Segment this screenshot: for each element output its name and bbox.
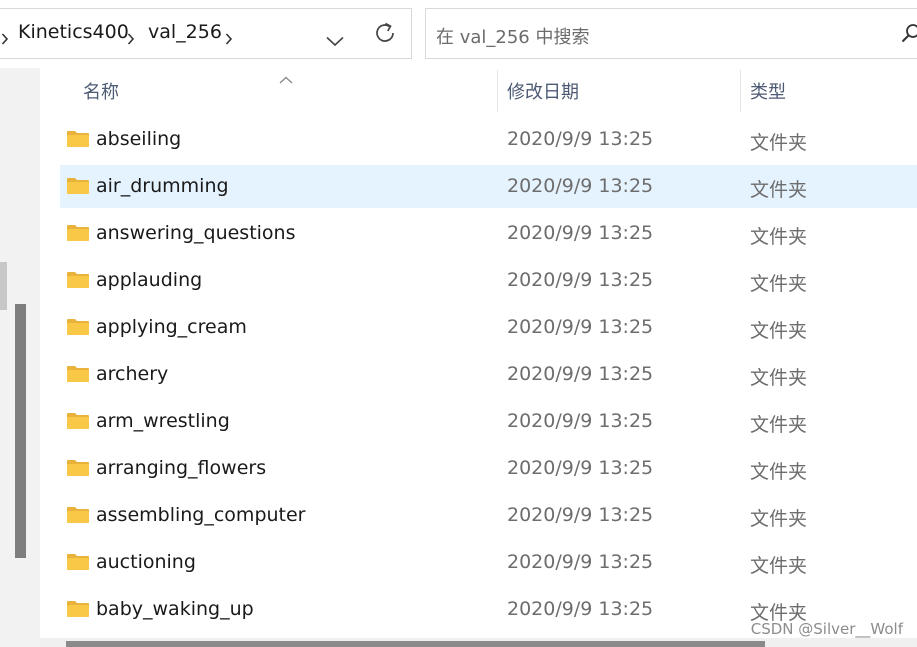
column-header-name[interactable]: 名称 (83, 78, 119, 104)
file-modified: 2020/9/9 13:25 (507, 175, 654, 197)
column-divider[interactable] (740, 70, 741, 112)
file-name[interactable]: auctioning (96, 551, 196, 573)
file-name[interactable]: applauding (96, 269, 202, 291)
folder-icon (66, 459, 90, 481)
file-modified: 2020/9/9 13:25 (507, 363, 654, 385)
refresh-icon[interactable] (373, 21, 397, 49)
file-name[interactable]: abseiling (96, 128, 181, 150)
folder-icon (66, 553, 90, 575)
folder-icon (66, 365, 90, 387)
file-type: 文件夹 (750, 179, 808, 201)
file-row[interactable]: auctioning 2020/9/9 13:25 文件夹 (60, 541, 917, 584)
folder-icon (66, 271, 90, 293)
column-divider[interactable] (497, 70, 498, 112)
file-modified: 2020/9/9 13:25 (507, 457, 654, 479)
file-name[interactable]: arranging_flowers (96, 457, 266, 479)
chevron-right-icon[interactable] (225, 33, 233, 45)
folder-icon (66, 130, 90, 152)
file-row[interactable]: assembling_computer 2020/9/9 13:25 文件夹 (60, 494, 917, 537)
file-name[interactable]: baby_waking_up (96, 598, 254, 620)
horizontal-scrollbar-thumb[interactable] (66, 641, 765, 647)
file-row[interactable]: arranging_flowers 2020/9/9 13:25 文件夹 (60, 447, 917, 490)
folder-icon (66, 412, 90, 434)
search-icon[interactable] (901, 23, 917, 47)
file-row[interactable]: air_drumming 2020/9/9 13:25 文件夹 (60, 165, 917, 208)
file-row[interactable]: answering_questions 2020/9/9 13:25 文件夹 (60, 212, 917, 255)
folder-icon (66, 318, 90, 340)
file-type: 文件夹 (750, 555, 808, 577)
file-modified: 2020/9/9 13:25 (507, 598, 654, 620)
file-modified: 2020/9/9 13:25 (507, 269, 654, 291)
navigation-scrollbar-thumb[interactable] (15, 304, 26, 558)
file-name[interactable]: answering_questions (96, 222, 296, 244)
navigation-scrollbar-track[interactable] (0, 262, 7, 310)
watermark: CSDN @Silver__Wolf (750, 620, 903, 638)
file-type: 文件夹 (750, 367, 808, 389)
breadcrumb-val-256[interactable]: val_256 (148, 21, 222, 43)
file-row[interactable]: applying_cream 2020/9/9 13:25 文件夹 (60, 306, 917, 349)
chevron-right-icon[interactable] (1, 33, 9, 45)
file-modified: 2020/9/9 13:25 (507, 410, 654, 432)
address-bar[interactable]: Kinetics400 val_256 (0, 8, 412, 59)
folder-icon (66, 506, 90, 528)
file-row[interactable]: abseiling 2020/9/9 13:25 文件夹 (60, 118, 917, 161)
column-header-type[interactable]: 类型 (750, 78, 786, 104)
file-modified: 2020/9/9 13:25 (507, 222, 654, 244)
file-type: 文件夹 (750, 461, 808, 483)
search-box[interactable]: 在 val_256 中搜索 (425, 8, 917, 59)
file-name[interactable]: applying_cream (96, 316, 247, 338)
file-row[interactable]: applauding 2020/9/9 13:25 文件夹 (60, 259, 917, 302)
sort-ascending-icon (279, 69, 293, 88)
file-row[interactable]: archery 2020/9/9 13:25 文件夹 (60, 353, 917, 396)
file-type: 文件夹 (750, 132, 808, 154)
breadcrumb-kinetics400[interactable]: Kinetics400 (18, 21, 129, 43)
column-header-modified[interactable]: 修改日期 (507, 78, 579, 104)
folder-icon (66, 177, 90, 199)
file-type: 文件夹 (750, 273, 808, 295)
file-type: 文件夹 (750, 414, 808, 436)
file-modified: 2020/9/9 13:25 (507, 551, 654, 573)
file-type: 文件夹 (750, 226, 808, 248)
file-modified: 2020/9/9 13:25 (507, 504, 654, 526)
file-row[interactable]: arm_wrestling 2020/9/9 13:25 文件夹 (60, 400, 917, 443)
file-type: 文件夹 (750, 320, 808, 342)
file-name[interactable]: archery (96, 363, 168, 385)
file-name[interactable]: air_drumming (96, 175, 229, 197)
chevron-right-icon[interactable] (127, 33, 135, 45)
file-modified: 2020/9/9 13:25 (507, 316, 654, 338)
file-type: 文件夹 (750, 508, 808, 530)
search-input[interactable]: 在 val_256 中搜索 (436, 23, 589, 49)
folder-icon (66, 600, 90, 622)
file-name[interactable]: arm_wrestling (96, 410, 230, 432)
folder-icon (66, 224, 90, 246)
chevron-down-icon[interactable] (326, 32, 344, 51)
file-modified: 2020/9/9 13:25 (507, 128, 654, 150)
file-name[interactable]: assembling_computer (96, 504, 306, 526)
